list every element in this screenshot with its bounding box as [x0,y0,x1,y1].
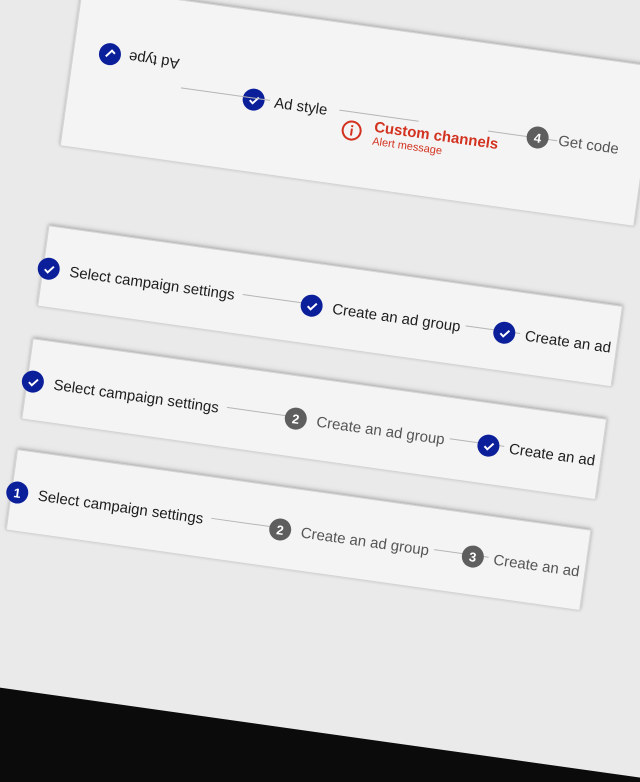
error-icon [338,117,365,144]
step-create-ad-group[interactable]: Create an ad group [299,293,462,337]
step-number: 2 [283,406,309,432]
step-create-ad[interactable]: Create an ad [491,320,613,358]
step-label: Select campaign settings [36,487,205,528]
step-label: Create an ad [523,327,613,357]
stepper-overlay: Ad style Custom channels Alert message 4… [0,0,640,681]
step-create-ad-group[interactable]: 2 Create an ad group [267,517,431,561]
step-label: Ad style [273,94,329,119]
step-label: Create an ad group [299,524,431,559]
step-get-code[interactable]: 4 Get code [525,125,620,160]
step-label: Create an ad [492,551,581,580]
step-label: Get code [557,132,620,158]
step-label: Create an ad [508,440,597,470]
check-icon [20,369,46,395]
step-number: 3 [460,544,486,569]
check-icon [299,293,325,319]
step-label: Select campaign settings [68,263,236,304]
step-number: 4 [525,125,551,150]
step-select-campaign[interactable]: Select campaign settings [20,369,220,418]
step-label: Create an ad group [315,413,446,448]
step-label: Select campaign settings [52,376,220,417]
step-ad-style[interactable]: Ad style [241,87,329,121]
check-icon [475,433,501,459]
step-create-ad[interactable]: Create an ad [475,433,597,471]
check-icon [36,256,62,282]
step-number: 1 [4,480,30,505]
check-icon [491,320,517,346]
step-select-campaign[interactable]: Select campaign settings [36,256,236,305]
step-create-ad-group[interactable]: 2 Create an ad group [283,406,446,450]
step-select-campaign[interactable]: 1 Select campaign settings [4,480,205,529]
step-number: 2 [267,517,293,542]
step-create-ad[interactable]: 3 Create an ad [460,544,581,582]
step-label: Create an ad group [331,300,462,336]
